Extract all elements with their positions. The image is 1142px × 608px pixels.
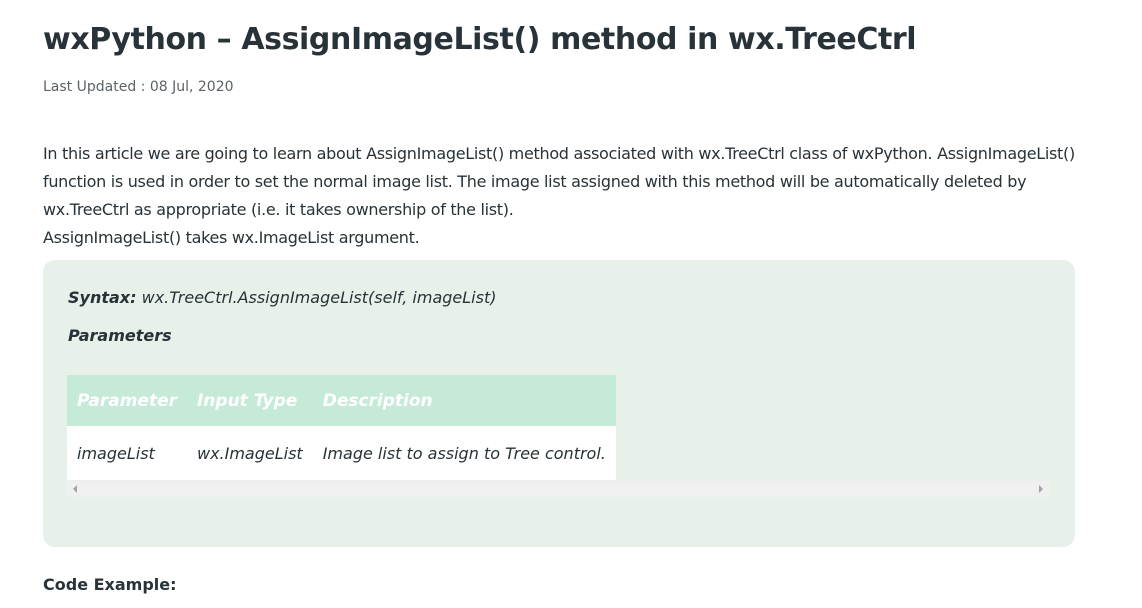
code-example-heading: Code Example: [43,575,177,594]
page-title: wxPython – AssignImageList() method in w… [43,22,917,57]
syntax-box: Syntax: wx.TreeCtrl.AssignImageList(self… [43,260,1075,547]
intro-paragraph-2: AssignImageList() takes wx.ImageList arg… [43,228,420,247]
scroll-left-arrow-icon[interactable] [73,485,77,493]
table-header-input-type: Input Type [186,375,313,426]
syntax-signature: wx.TreeCtrl.AssignImageList(self, imageL… [136,288,497,307]
scroll-right-arrow-icon[interactable] [1039,485,1043,493]
last-updated-date: 08 Jul, 2020 [149,79,234,95]
horizontal-scrollbar[interactable] [67,481,1049,497]
parameters-table: Parameter Input Type Description imageLi… [67,375,616,480]
intro-paragraph-1: In this article we are going to learn ab… [43,144,1075,219]
article-intro: In this article we are going to learn ab… [43,140,1093,252]
table-cell-input-type: wx.ImageList [186,426,313,480]
table-row: imageList wx.ImageList Image list to ass… [67,426,616,480]
table-header-description: Description [312,375,616,426]
parameters-title: Parameters [68,326,172,345]
table-header-parameter: Parameter [67,375,187,426]
last-updated-label: Last Updated : [43,79,150,95]
table-cell-parameter: imageList [67,426,187,480]
last-updated: Last Updated : 08 Jul, 2020 [43,79,234,95]
syntax-line: Syntax: wx.TreeCtrl.AssignImageList(self… [68,288,496,307]
syntax-label: Syntax: [68,288,137,307]
table-cell-description: Image list to assign to Tree control. [312,426,616,480]
table-header-row: Parameter Input Type Description [67,375,616,426]
